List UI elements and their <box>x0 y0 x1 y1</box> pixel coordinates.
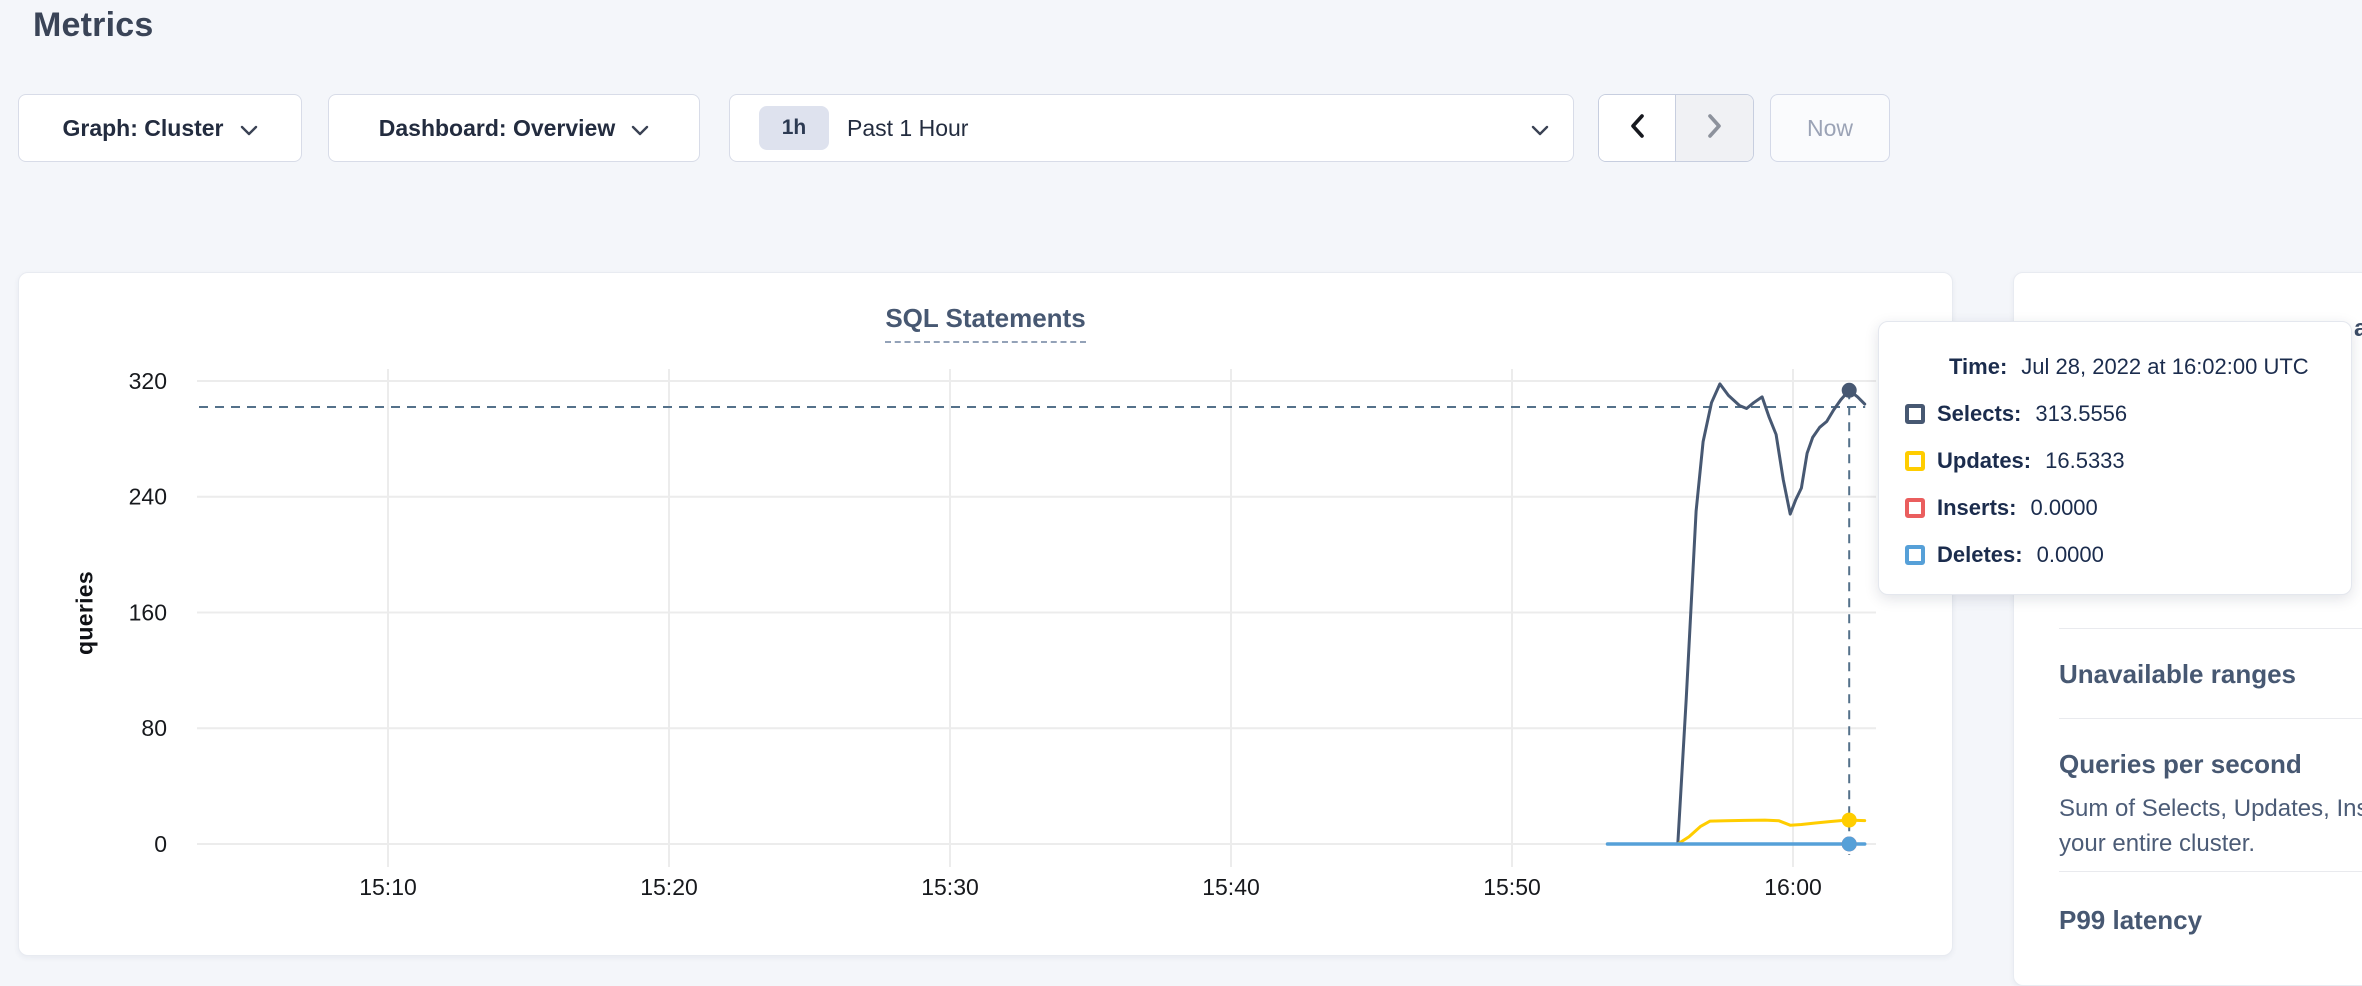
tooltip-time-value: Jul 28, 2022 at 16:02:00 UTC <box>2021 350 2308 383</box>
svg-text:80: 80 <box>141 715 167 741</box>
inserts-series-swatch-icon <box>1905 498 1925 518</box>
sidebar-heading-unavailable-ranges: Unavailable ranges <box>2059 659 2296 690</box>
sidebar-description-line: Sum of Selects, Updates, Inser <box>2059 795 2362 823</box>
sidebar-heading-p99-latency: P99 latency <box>2059 905 2202 936</box>
dashboard-dropdown[interactable]: Dashboard: Overview <box>328 94 700 162</box>
deletes-series-swatch-icon <box>1905 545 1925 565</box>
now-button[interactable]: Now <box>1770 94 1890 162</box>
y-axis-label: queries <box>72 571 99 655</box>
tooltip-series-value: 313.5556 <box>2035 397 2127 430</box>
tooltip-series-value: 0.0000 <box>2030 491 2097 524</box>
tooltip-series-row: Selects: 313.5556 <box>1905 397 2325 430</box>
previous-interval-button[interactable] <box>1599 95 1676 161</box>
clipped-text-fragment: a <box>2354 315 2362 343</box>
chart-title[interactable]: SQL Statements <box>885 303 1085 343</box>
time-range-label: Past 1 Hour <box>847 115 968 142</box>
dashboard-label: Dashboard: Overview <box>379 115 615 142</box>
tooltip-series-label: Selects: <box>1937 397 2021 430</box>
chevron-left-icon <box>1629 113 1645 144</box>
svg-text:0: 0 <box>154 831 167 857</box>
tooltip-time-label: Time: <box>1949 350 2007 383</box>
svg-text:16:00: 16:00 <box>1764 874 1822 900</box>
time-step-button-group <box>1598 94 1754 162</box>
divider <box>2059 871 2362 872</box>
divider <box>2059 718 2362 719</box>
tooltip-series-label: Deletes: <box>1937 538 2023 571</box>
tooltip-series-row: Inserts: 0.0000 <box>1905 491 2325 524</box>
next-interval-button[interactable] <box>1676 95 1753 161</box>
graph-scope-dropdown[interactable]: Graph: Cluster <box>18 94 302 162</box>
sql-statements-chart-card: 0 80 160 240 320 15:10 15:20 15:30 15:40 15:50 16:… <box>18 272 1953 956</box>
chevron-down-icon <box>240 115 258 142</box>
svg-text:320: 320 <box>129 368 167 394</box>
sidebar-heading-queries-per-second: Queries per second <box>2059 749 2302 780</box>
selects-series-swatch-icon <box>1905 404 1925 424</box>
chart-hover-tooltip: Time: Jul 28, 2022 at 16:02:00 UTC Selec… <box>1878 321 2352 595</box>
svg-text:15:50: 15:50 <box>1483 874 1541 900</box>
time-range-badge: 1h <box>759 106 829 150</box>
sql-statements-chart[interactable]: 0 80 160 240 320 15:10 15:20 15:30 15:40 15:50 16:… <box>19 273 1954 957</box>
time-range-dropdown[interactable]: 1h Past 1 Hour <box>729 94 1574 162</box>
svg-text:240: 240 <box>129 484 167 510</box>
svg-text:15:30: 15:30 <box>921 874 979 900</box>
svg-text:160: 160 <box>129 599 167 625</box>
tooltip-time-row: Time: Jul 28, 2022 at 16:02:00 UTC <box>1949 350 2325 383</box>
chevron-down-icon <box>631 115 649 142</box>
graph-scope-label: Graph: Cluster <box>62 115 223 142</box>
tooltip-series-value: 16.5333 <box>2045 444 2125 477</box>
tooltip-series-row: Deletes: 0.0000 <box>1905 538 2325 571</box>
svg-text:15:40: 15:40 <box>1202 874 1260 900</box>
metrics-page: { "page": { "title": "Metrics" }, "toolb… <box>0 0 2362 966</box>
page-title: Metrics <box>33 6 153 45</box>
sidebar-description-line: your entire cluster. <box>2059 830 2255 858</box>
tooltip-series-row: Updates: 16.5333 <box>1905 444 2325 477</box>
svg-text:15:20: 15:20 <box>640 874 698 900</box>
chevron-right-icon <box>1707 113 1723 144</box>
chevron-down-icon <box>1531 115 1549 142</box>
updates-series-swatch-icon <box>1905 451 1925 471</box>
tooltip-series-label: Updates: <box>1937 444 2031 477</box>
tooltip-series-value: 0.0000 <box>2037 538 2104 571</box>
svg-text:15:10: 15:10 <box>359 874 417 900</box>
tooltip-series-label: Inserts: <box>1937 491 2016 524</box>
divider <box>2059 628 2362 629</box>
